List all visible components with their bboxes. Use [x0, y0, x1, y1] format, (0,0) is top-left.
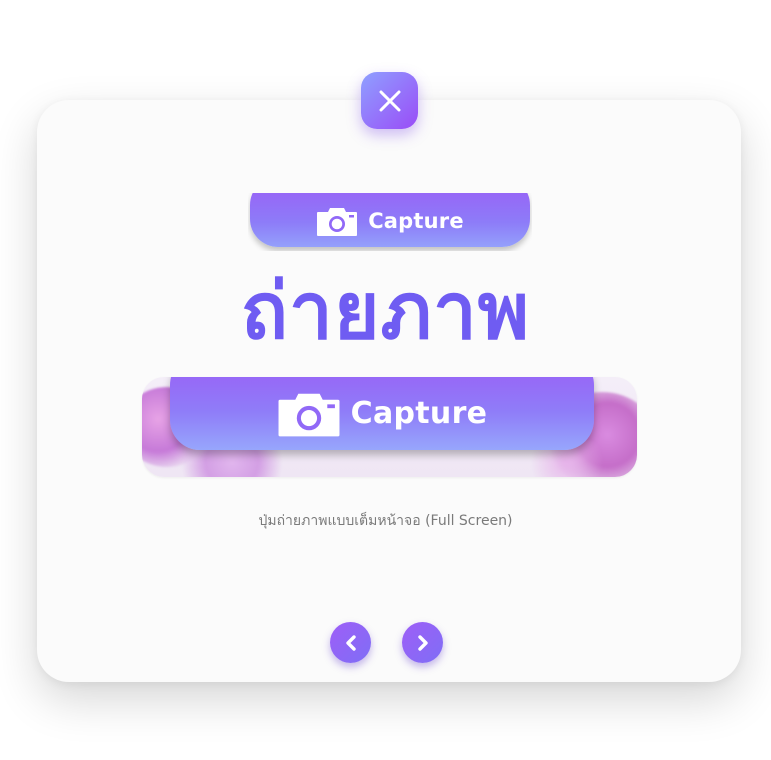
close-icon [379, 90, 400, 111]
screen: Capture ถ่ายภาพ Capture ปุ่มถ่ายภาพแบบเต… [0, 0, 771, 760]
capture-button-label: Capture [368, 209, 464, 233]
next-button[interactable] [402, 622, 443, 663]
chevron-right-icon [417, 634, 428, 651]
fullscreen-capture-label: Capture [350, 396, 488, 431]
chevron-left-icon [345, 634, 356, 651]
capture-button-example: Capture [248, 193, 532, 251]
fullscreen-capture-preview: Capture [142, 377, 637, 477]
fullscreen-capture-button[interactable]: Capture [170, 377, 594, 450]
caption: ปุ่มถ่ายภาพแบบเต็มหน้าจอ (Full Screen) [258, 513, 513, 529]
camera-icon [278, 393, 340, 437]
camera-icon [317, 208, 358, 236]
close-button[interactable] [361, 72, 418, 129]
capture-button[interactable]: Capture [250, 193, 530, 247]
previous-button[interactable] [330, 622, 371, 663]
page-title: ถ่ายภาพ [240, 267, 531, 357]
